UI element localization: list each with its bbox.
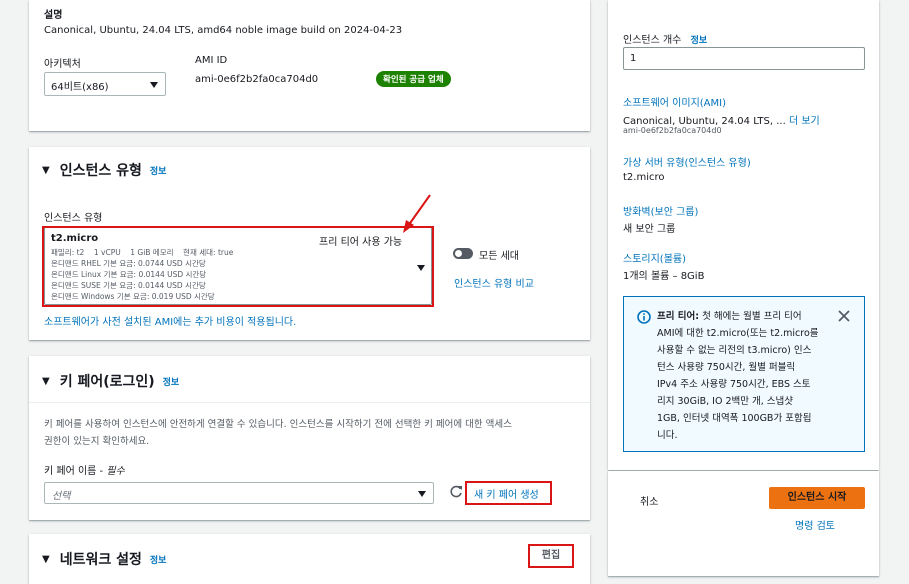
free-tier-line-4: IPv4 주소 사용량 750시간, EBS 스토 [657, 379, 811, 390]
free-tier-title: 프리 티어: [657, 311, 700, 322]
ami-summary-link[interactable]: 소프트웨어 이미지(AMI) [623, 94, 726, 109]
free-tier-line-0: 첫 해에는 월별 프리 티어 [702, 311, 802, 322]
desc-label: 설명 [44, 10, 63, 21]
launch-instance-button[interactable]: 인스턴스 시작 [769, 487, 865, 509]
highlight-box [42, 226, 434, 307]
instance-type-summary-link[interactable]: 가상 서버 유형(인스턴스 유형) [623, 154, 751, 169]
free-tier-text: 프리 티어: 첫 해에는 월별 프리 티어 AMI에 대한 t2.micro(또… [657, 308, 837, 444]
refresh-icon[interactable] [449, 485, 463, 499]
all-generations-toggle[interactable] [453, 248, 473, 259]
network-header[interactable]: ▼ 네트워크 설정 정보 [42, 549, 166, 569]
storage-summary-value: 1개의 볼륨 – 8GiB [623, 271, 705, 282]
info-link[interactable]: 정보 [691, 36, 708, 46]
all-generations-label: 모든 세대 [479, 251, 519, 262]
key-pair-panel: ▼ 키 페어(로그인) 정보 키 페어를 사용하여 인스턴스에 안전하게 연결할… [29, 356, 590, 520]
instance-type-panel: ▼ 인스턴스 유형 정보 인스턴스 유형 t2.micro 프리 티어 사용 가… [29, 147, 590, 340]
section-title: 네트워크 설정 [59, 552, 142, 568]
close-icon[interactable] [838, 310, 850, 322]
key-pair-desc-1: 키 페어를 사용하여 인스턴스에 안전하게 연결할 수 있습니다. 인스턴스를 … [44, 419, 512, 430]
caret-down-icon: ▼ [42, 553, 50, 565]
review-commands-link[interactable]: 명령 검토 [795, 517, 835, 532]
ami-summary-id: ami-0e6f2b2fa0ca704d0 [623, 126, 722, 135]
firewall-summary-value: 새 보안 그룹 [623, 224, 676, 235]
ami-id-value: ami-0e6f2b2fa0ca704d0 [195, 74, 319, 85]
arch-select[interactable]: 64비트(x86) [44, 72, 166, 96]
key-pair-name-text: 키 페어 이름 - [44, 466, 104, 477]
instance-count-value: 1 [630, 53, 637, 64]
toggle-knob [455, 250, 462, 257]
free-tier-line-1: AMI에 대한 t2.micro(또는 t2.micro를 [657, 328, 819, 339]
caret-down-icon: ▼ [42, 375, 50, 387]
desc-value: Canonical, Ubuntu, 24.04 LTS, amd64 nobl… [44, 25, 403, 36]
instance-type-field-label: 인스턴스 유형 [44, 213, 103, 224]
instance-type-summary-value: t2.micro [623, 172, 665, 183]
more-link[interactable]: 더 보기 [789, 116, 820, 127]
summary-panel: 인스턴스 개수 정보 1 소프트웨어 이미지(AMI) Canonical, U… [608, 0, 879, 470]
key-pair-placeholder: 선택 [52, 491, 71, 502]
verified-badge: 확인된 공급 업체 [376, 71, 451, 87]
chevron-down-icon [150, 82, 158, 88]
info-circle-icon [637, 310, 651, 324]
edit-button[interactable]: 편집 [528, 544, 574, 568]
storage-summary-link[interactable]: 스토리지(볼륨) [623, 250, 686, 265]
section-title: 키 페어(로그인) [59, 374, 155, 390]
caret-down-icon: ▼ [42, 164, 50, 176]
info-link[interactable]: 정보 [163, 375, 180, 388]
instance-type-header[interactable]: ▼ 인스턴스 유형 정보 [42, 160, 166, 180]
arch-select-value: 64비트(x86) [51, 82, 109, 93]
info-link[interactable]: 정보 [150, 164, 167, 177]
key-pair-desc-2: 권한이 있는지 확인하세요. [44, 436, 150, 447]
required-mark: 필수 [106, 466, 125, 477]
annotation-arrow [403, 194, 431, 233]
info-link[interactable]: 정보 [150, 553, 167, 566]
count-label: 인스턴스 개수 정보 [623, 31, 707, 46]
free-tier-line: 프리 티어: 첫 해에는 월별 프리 티어 [657, 308, 837, 325]
network-panel: ▼ 네트워크 설정 정보 편집 [29, 534, 590, 584]
divider [29, 402, 590, 403]
count-label-text: 인스턴스 개수 [623, 35, 682, 46]
free-tier-line-7: 니다. [657, 430, 678, 441]
cancel-button[interactable]: 취소 [640, 493, 658, 508]
ami-details-panel: 설명 Canonical, Ubuntu, 24.04 LTS, amd64 n… [29, 0, 590, 131]
ami-id-label: AMI ID [195, 55, 228, 66]
ami-cost-note[interactable]: 소프트웨어가 사전 설치된 AMI에는 추가 비용이 적용됩니다. [44, 313, 296, 328]
free-tier-line-5: 리지 30GiB, IO 2백만 개, 스냅샷 [657, 396, 793, 407]
key-pair-name-label: 키 페어 이름 - 필수 [44, 462, 125, 477]
firewall-summary-link[interactable]: 방화벽(보안 그룹) [623, 203, 698, 218]
ami-summary-value: Canonical, Ubuntu, 24.04 LTS, ... 더 보기 [623, 112, 820, 127]
free-tier-line-3: 턴스 사용량 750시간, 월별 퍼블릭 [657, 362, 796, 373]
key-pair-header[interactable]: ▼ 키 페어(로그인) 정보 [42, 371, 179, 391]
free-tier-line-6: 1GB, 인터넷 대역폭 100GB가 포함됩 [657, 413, 812, 424]
free-tier-alert: 프리 티어: 첫 해에는 월별 프리 티어 AMI에 대한 t2.micro(또… [623, 296, 865, 452]
actions-panel: 취소 인스턴스 시작 명령 검토 [608, 471, 879, 576]
free-tier-line-2: 사용할 수 없는 리전의 t3.micro) 인스 [657, 345, 812, 356]
highlight-box [465, 481, 552, 505]
chevron-down-icon [418, 491, 426, 497]
compare-instance-types-link[interactable]: 인스턴스 유형 비교 [454, 275, 534, 290]
instance-count-input[interactable]: 1 [623, 47, 865, 70]
arch-label: 아키텍처 [44, 59, 81, 70]
key-pair-select[interactable]: 선택 [44, 482, 434, 504]
section-title: 인스턴스 유형 [59, 163, 142, 179]
